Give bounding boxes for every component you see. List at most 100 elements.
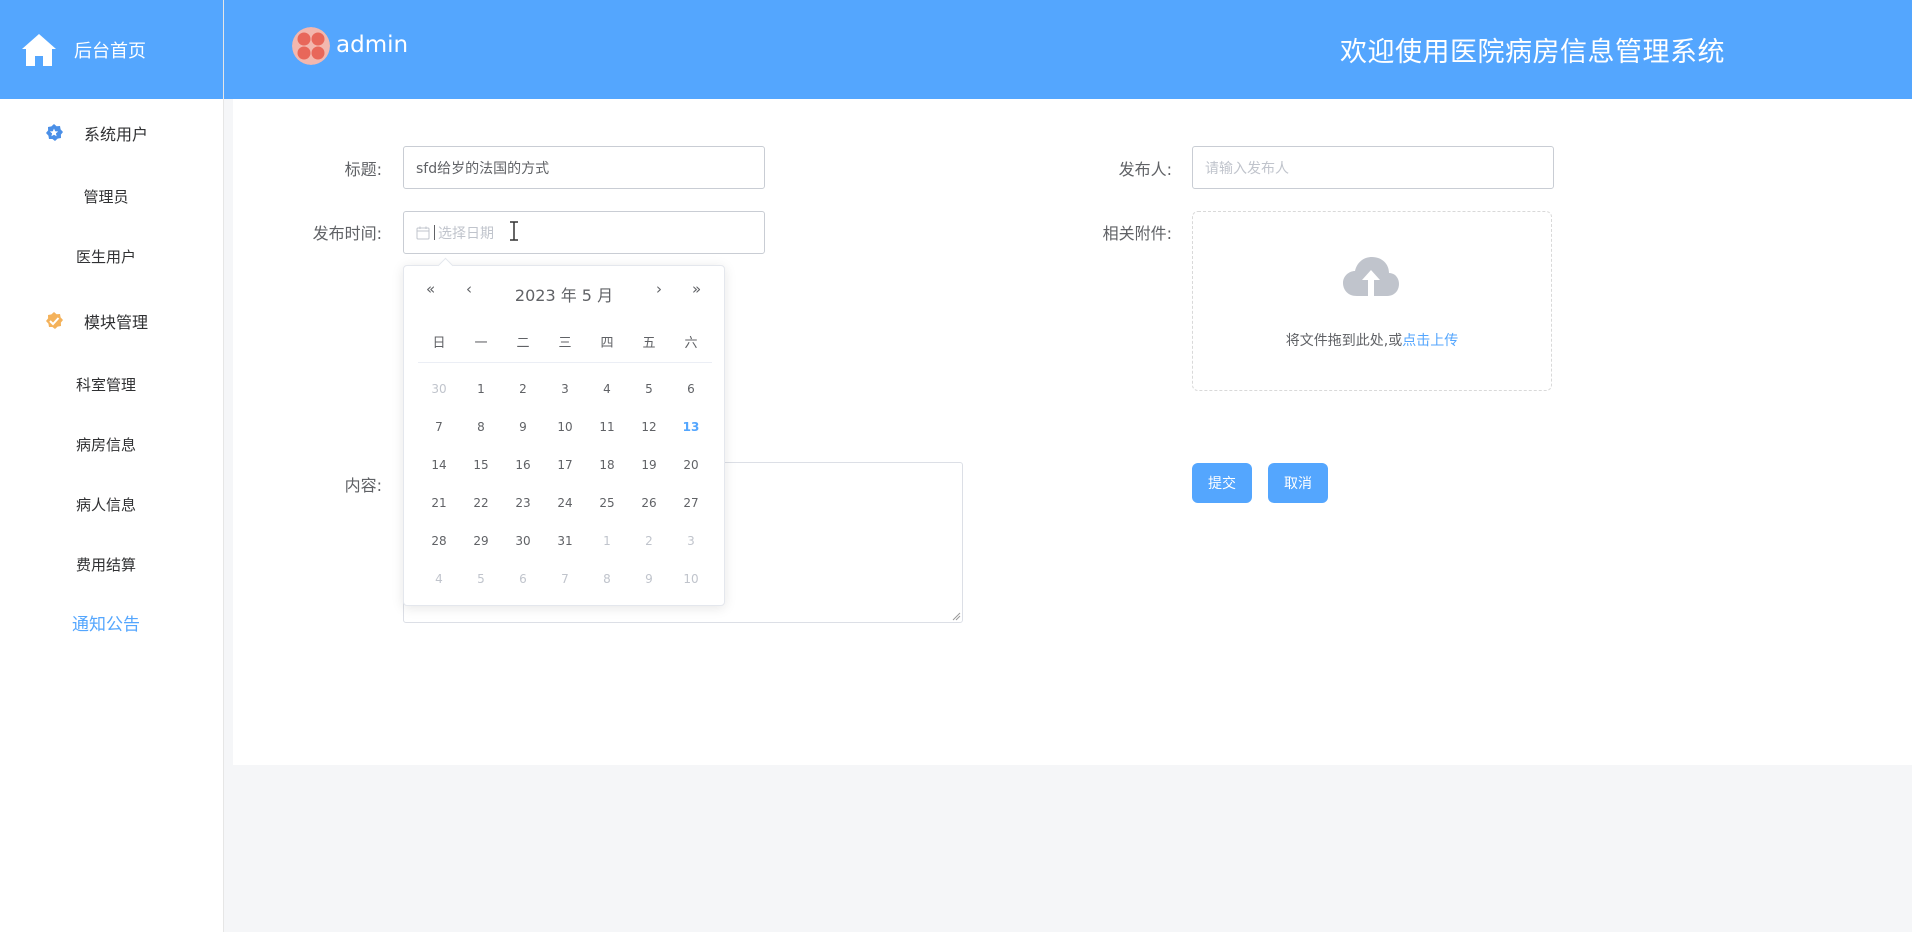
day-cell[interactable]: 19 — [628, 458, 670, 472]
day-cell[interactable]: 30 — [502, 534, 544, 548]
publisher-placeholder: 请输入发布人 — [1205, 160, 1289, 177]
publisher-input[interactable]: 请输入发布人 — [1192, 146, 1554, 189]
day-cell[interactable]: 27 — [670, 496, 712, 510]
attachment-label: 相关附件: — [1102, 224, 1172, 243]
menu-group-module-management[interactable]: 模块管理 — [0, 287, 223, 355]
menu-group-system-users[interactable]: 系统用户 — [0, 99, 223, 167]
menu-group-label: 系统用户 — [84, 125, 149, 144]
sidebar-item-notices[interactable]: 通知公告 — [0, 595, 212, 655]
day-cell[interactable]: 4 — [418, 572, 460, 586]
day-grid: 30 1 2 3 4 5 6 7 8 9 10 11 12 13 14 15 16 17 18 19 20 21 22 23 2… — [418, 370, 712, 598]
day-cell[interactable]: 10 — [670, 572, 712, 586]
calendar-icon — [416, 226, 430, 239]
sidebar-item-billing[interactable]: 费用结算 — [0, 535, 212, 595]
sidebar-item-departments[interactable]: 科室管理 — [0, 355, 212, 415]
day-cell[interactable]: 4 — [586, 382, 628, 396]
title-label: 标题: — [344, 160, 382, 179]
day-cell[interactable]: 2 — [628, 534, 670, 548]
day-row: 28 29 30 31 1 2 3 — [418, 522, 712, 560]
day-cell[interactable]: 25 — [586, 496, 628, 510]
day-cell[interactable]: 3 — [670, 534, 712, 548]
day-row: 21 22 23 24 25 26 27 — [418, 484, 712, 522]
day-cell[interactable]: 21 — [418, 496, 460, 510]
sidebar-item-admin[interactable]: 管理员 — [0, 167, 212, 227]
day-cell[interactable]: 6 — [670, 382, 712, 396]
weekday-label: 二 — [516, 336, 530, 351]
publish-time-label: 发布时间: — [312, 224, 382, 243]
sidebar-item-patients[interactable]: 病人信息 — [0, 475, 212, 535]
day-cell[interactable]: 24 — [544, 496, 586, 510]
day-cell[interactable]: 16 — [502, 458, 544, 472]
day-cell[interactable]: 15 — [460, 458, 502, 472]
weekday-label: 四 — [600, 336, 614, 351]
resize-handle-icon[interactable] — [952, 612, 961, 621]
day-cell[interactable]: 12 — [628, 420, 670, 434]
sidebar-home-link[interactable]: 后台首页 — [0, 0, 223, 99]
menu-group-label: 模块管理 — [84, 313, 149, 332]
picker-month-title[interactable]: 2023 年 5 月 — [404, 282, 724, 306]
next-year-button[interactable]: » — [692, 280, 701, 298]
day-cell[interactable]: 10 — [544, 420, 586, 434]
upload-dropzone[interactable]: 将文件拖到此处,或点击上传 — [1192, 211, 1552, 391]
sidebar-item-wards[interactable]: 病房信息 — [0, 415, 212, 475]
day-cell[interactable]: 5 — [460, 572, 502, 586]
day-cell[interactable]: 5 — [628, 382, 670, 396]
title-input-value: sfd给岁的法国的方式 — [416, 160, 550, 177]
upload-hint-text: 将文件拖到此处,或 — [1285, 333, 1403, 349]
day-cell[interactable]: 9 — [628, 572, 670, 586]
publish-time-input[interactable]: 选择日期 — [403, 211, 765, 254]
weekday-label: 六 — [684, 336, 698, 351]
day-row: 30 1 2 3 4 5 6 — [418, 370, 712, 408]
day-cell[interactable]: 30 — [418, 382, 460, 396]
day-cell[interactable]: 1 — [586, 534, 628, 548]
star-badge-icon — [46, 124, 63, 141]
weekday-label: 五 — [642, 336, 656, 351]
content-label: 内容: — [344, 476, 382, 495]
day-cell[interactable]: 7 — [544, 572, 586, 586]
upload-link[interactable]: 点击上传 — [1402, 333, 1458, 349]
day-cell[interactable]: 14 — [418, 458, 460, 472]
day-cell[interactable]: 23 — [502, 496, 544, 510]
cancel-button[interactable]: 取消 — [1268, 463, 1328, 503]
weekday-divider — [418, 362, 712, 363]
day-cell[interactable]: 2 — [502, 382, 544, 396]
system-title: 欢迎使用医院病房信息管理系统 — [1340, 37, 1725, 68]
day-cell[interactable]: 9 — [502, 420, 544, 434]
weekday-label: 日 — [432, 336, 446, 351]
day-cell[interactable]: 22 — [460, 496, 502, 510]
day-cell[interactable]: 6 — [502, 572, 544, 586]
day-cell[interactable]: 17 — [544, 458, 586, 472]
weekday-label: 一 — [474, 336, 488, 351]
sidebar: 后台首页 系统用户 管理员 医生用户 模块管理 科室管理 病房信息 病人信息 费… — [0, 0, 224, 932]
day-cell[interactable]: 28 — [418, 534, 460, 548]
publish-time-placeholder: 选择日期 — [438, 225, 494, 242]
submit-button[interactable]: 提交 — [1192, 463, 1252, 503]
day-cell[interactable]: 31 — [544, 534, 586, 548]
day-cell-today[interactable]: 13 — [670, 420, 712, 434]
day-cell[interactable]: 1 — [460, 382, 502, 396]
gear-badge-icon — [46, 312, 63, 329]
input-caret — [434, 225, 435, 240]
avatar[interactable] — [292, 27, 330, 65]
sidebar-item-doctor-users[interactable]: 医生用户 — [0, 227, 212, 287]
top-header: admin 欢迎使用医院病房信息管理系统 — [224, 0, 1912, 99]
home-icon — [22, 33, 56, 66]
day-cell[interactable]: 7 — [418, 420, 460, 434]
home-label: 后台首页 — [74, 40, 146, 62]
day-row: 14 15 16 17 18 19 20 — [418, 446, 712, 484]
day-cell[interactable]: 20 — [670, 458, 712, 472]
day-cell[interactable]: 8 — [460, 420, 502, 434]
admin-username[interactable]: admin — [336, 32, 408, 58]
day-row: 7 8 9 10 11 12 13 — [418, 408, 712, 446]
day-cell[interactable]: 11 — [586, 420, 628, 434]
day-cell[interactable]: 8 — [586, 572, 628, 586]
day-cell[interactable]: 3 — [544, 382, 586, 396]
day-cell[interactable]: 18 — [586, 458, 628, 472]
day-cell[interactable]: 26 — [628, 496, 670, 510]
weekday-label: 三 — [558, 336, 572, 351]
publisher-label: 发布人: — [1118, 160, 1172, 179]
title-input[interactable]: sfd给岁的法国的方式 — [403, 146, 765, 189]
date-picker-popup: « ‹ 2023 年 5 月 › » 日一二三四五六 30 1 2 3 4 5 6 7 8 9 10… — [403, 257, 725, 606]
next-month-button[interactable]: › — [656, 280, 662, 298]
day-cell[interactable]: 29 — [460, 534, 502, 548]
